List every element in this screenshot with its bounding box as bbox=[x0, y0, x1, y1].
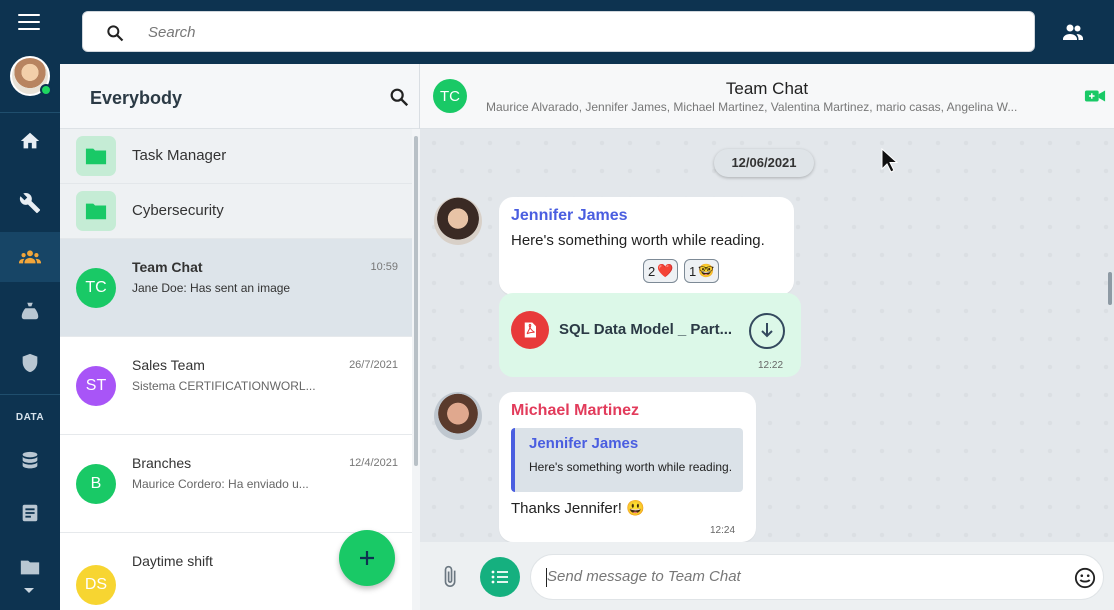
nav-tools[interactable] bbox=[0, 178, 60, 228]
chat-members[interactable]: Maurice Alvarado, Jennifer James, Michae… bbox=[486, 100, 1060, 114]
video-call-icon[interactable] bbox=[1084, 88, 1106, 104]
conversation-preview: Sistema CERTIFICATIONWORL... bbox=[132, 379, 316, 393]
reaction-heart[interactable]: 2 ❤️ bbox=[643, 259, 679, 283]
left-rail: DATA bbox=[0, 0, 60, 610]
folder-icon bbox=[76, 136, 116, 176]
group-name: Cybersecurity bbox=[132, 202, 224, 219]
chat-panel: TC Team Chat Maurice Alvarado, Jennifer … bbox=[420, 64, 1114, 610]
group-item-cybersecurity[interactable]: Cybersecurity bbox=[60, 184, 412, 239]
message-placeholder: Send message to Team Chat bbox=[547, 568, 741, 585]
folder-icon bbox=[20, 560, 40, 575]
home-icon bbox=[20, 132, 40, 149]
reaction-count: 1 bbox=[689, 263, 697, 279]
message-area[interactable]: 12/06/2021 Jennifer James Here's somethi… bbox=[420, 129, 1114, 542]
rail-section-label: DATA bbox=[15, 412, 45, 423]
list-title: Everybody bbox=[90, 88, 183, 108]
avatar: B bbox=[76, 464, 116, 504]
message-bubble: Jennifer James Here's something worth wh… bbox=[499, 197, 794, 295]
conversation-time: 12/4/2021 bbox=[349, 457, 398, 469]
file-name[interactable]: SQL Data Model _ Part... bbox=[559, 321, 737, 338]
nerd-face-icon: 🤓 bbox=[698, 263, 715, 278]
plus-icon bbox=[360, 551, 374, 565]
heart-icon: ❤️ bbox=[657, 263, 674, 278]
search-input[interactable]: Search bbox=[82, 11, 1035, 52]
group-item-task-manager[interactable]: Task Manager bbox=[60, 129, 412, 184]
date-separator: 12/06/2021 bbox=[714, 149, 814, 177]
message-bubble: Michael Martinez Jennifer James Here's s… bbox=[499, 392, 756, 542]
conversation-name: Team Chat bbox=[132, 259, 203, 275]
conversation-time: 26/7/2021 bbox=[349, 359, 398, 371]
list-header: Everybody bbox=[60, 64, 419, 129]
mouse-cursor-icon bbox=[881, 148, 898, 173]
chat-scrollbar-thumb[interactable] bbox=[1108, 272, 1112, 305]
people-icon[interactable] bbox=[1060, 20, 1086, 44]
shield-icon bbox=[22, 353, 38, 373]
team-icon bbox=[19, 250, 41, 264]
conversation-preview: Maurice Cordero: Ha enviado u... bbox=[132, 477, 309, 491]
nav-security[interactable] bbox=[0, 338, 60, 388]
pdf-icon bbox=[511, 311, 549, 349]
folder-icon bbox=[76, 191, 116, 231]
group-name: Task Manager bbox=[132, 147, 227, 164]
conversation-item-branches[interactable]: B Branches 12/4/2021 Maurice Cordero: Ha… bbox=[60, 435, 412, 533]
download-button[interactable] bbox=[749, 313, 785, 349]
list-scrollbar-thumb[interactable] bbox=[414, 136, 418, 466]
online-status-dot bbox=[40, 84, 52, 96]
wrench-icon bbox=[19, 193, 41, 214]
reaction-nerd[interactable]: 1 🤓 bbox=[684, 259, 720, 283]
avatar[interactable] bbox=[434, 392, 482, 440]
avatar: DS bbox=[76, 565, 116, 605]
rail-divider bbox=[0, 394, 60, 395]
conversation-name: Daytime shift bbox=[132, 553, 213, 569]
rail-divider bbox=[0, 112, 60, 113]
nav-database[interactable] bbox=[0, 436, 60, 486]
top-bar: Search bbox=[60, 0, 1114, 64]
message-input[interactable]: Send message to Team Chat bbox=[530, 554, 1104, 600]
message-sender[interactable]: Michael Martinez bbox=[511, 402, 639, 420]
search-placeholder: Search bbox=[148, 24, 196, 41]
message-time: 12:22 bbox=[758, 360, 784, 371]
search-icon[interactable] bbox=[388, 86, 410, 108]
conversation-time: 10:59 bbox=[370, 261, 398, 273]
conversation-preview: Jane Doe: Has sent an image bbox=[132, 281, 291, 295]
nav-folders[interactable] bbox=[0, 542, 60, 592]
quoted-message[interactable]: Jennifer James Here's something worth wh… bbox=[511, 428, 743, 492]
download-icon bbox=[761, 323, 773, 338]
avatar: TC bbox=[76, 268, 116, 308]
conversation-item-sales-team[interactable]: ST Sales Team 26/7/2021 Sistema CERTIFIC… bbox=[60, 337, 412, 435]
message-text: Here's something worth while reading. bbox=[511, 232, 765, 249]
conversation-list-panel: Everybody Task Manager Cybersecurity TC … bbox=[60, 64, 420, 610]
quote-sender: Jennifer James bbox=[529, 435, 639, 452]
database-icon bbox=[22, 451, 38, 469]
menu-icon[interactable] bbox=[18, 14, 40, 30]
nav-home[interactable] bbox=[0, 116, 60, 166]
nav-bag[interactable] bbox=[0, 286, 60, 336]
document-icon bbox=[22, 504, 38, 522]
avatar[interactable] bbox=[434, 197, 482, 245]
conversation-item-team-chat[interactable]: TC Team Chat 10:59 Jane Doe: Has sent an… bbox=[60, 239, 412, 337]
quick-actions-button[interactable] bbox=[480, 557, 520, 597]
chat-title: Team Chat bbox=[725, 79, 809, 98]
search-icon bbox=[107, 25, 124, 42]
message-text: Thanks Jennifer! 😃 bbox=[511, 500, 645, 517]
avatar: ST bbox=[76, 366, 116, 406]
conversation-name: Sales Team bbox=[132, 357, 205, 373]
emoji-icon[interactable] bbox=[1074, 567, 1096, 589]
bag-icon bbox=[21, 302, 39, 320]
message-time: 12:24 bbox=[710, 525, 736, 536]
paperclip-icon[interactable] bbox=[440, 564, 462, 590]
nav-teams[interactable] bbox=[0, 232, 60, 282]
chat-header: TC Team Chat Maurice Alvarado, Jennifer … bbox=[420, 64, 1114, 129]
composer: Send message to Team Chat bbox=[420, 542, 1114, 610]
message-sender[interactable]: Jennifer James bbox=[511, 207, 628, 225]
nav-documents[interactable] bbox=[0, 488, 60, 538]
file-message[interactable]: SQL Data Model _ Part... 12:22 bbox=[499, 293, 801, 377]
chevron-down-icon[interactable] bbox=[24, 588, 34, 593]
quote-text: Here's something worth while reading. bbox=[529, 460, 733, 474]
new-chat-button[interactable] bbox=[339, 530, 395, 586]
conversation-name: Branches bbox=[132, 455, 192, 471]
list-icon bbox=[491, 570, 508, 584]
reaction-count: 2 bbox=[648, 263, 656, 279]
